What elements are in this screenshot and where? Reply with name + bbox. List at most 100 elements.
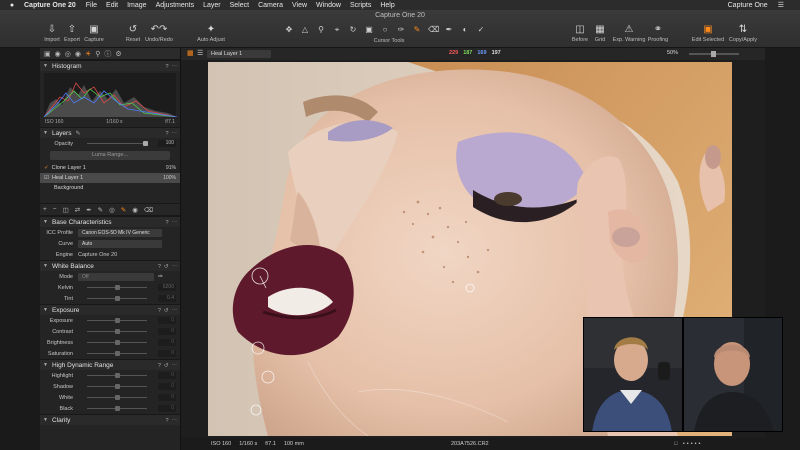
layers-header[interactable]: ▼ Layers ✎ ? ⋯ bbox=[40, 127, 180, 138]
kelvin-slider[interactable] bbox=[87, 285, 147, 290]
menu-help[interactable]: Help bbox=[380, 2, 394, 9]
layer-item-background[interactable]: Background bbox=[40, 183, 180, 193]
reset-button[interactable]: ↺ Reset bbox=[119, 24, 147, 43]
saturation-slider-knob[interactable] bbox=[115, 351, 120, 356]
luma-range-button[interactable]: Luma Range... bbox=[50, 151, 170, 160]
highlight-slider-knob[interactable] bbox=[115, 373, 120, 378]
more-icon[interactable]: ⋯ bbox=[172, 308, 178, 314]
layer-mask-icon[interactable]: ▦ bbox=[187, 49, 194, 57]
zoom-slider-knob[interactable] bbox=[711, 51, 716, 57]
brush-icon[interactable]: ✒ bbox=[86, 206, 91, 214]
pen-icon[interactable]: ✎ bbox=[98, 206, 103, 214]
exposure-slider[interactable] bbox=[87, 318, 147, 323]
remove-layer-icon[interactable]: − bbox=[53, 206, 57, 213]
proofing-button[interactable]: ⚭ Proofing bbox=[644, 24, 672, 43]
zoom-slider[interactable] bbox=[689, 51, 739, 57]
menu-select[interactable]: Select bbox=[230, 2, 249, 9]
reset-icon[interactable]: ↺ bbox=[164, 308, 169, 314]
eraser-icon[interactable]: ⌫ bbox=[144, 206, 153, 214]
select-tool-icon[interactable]: △ bbox=[300, 25, 310, 35]
duplicate-icon[interactable]: ◫ bbox=[63, 206, 69, 214]
menu-image[interactable]: Image bbox=[127, 2, 146, 9]
library-tab-icon[interactable]: ▣ bbox=[44, 50, 51, 58]
gradient-tool-icon[interactable]: ◐ bbox=[460, 25, 470, 35]
control-center-icon[interactable]: ☰ bbox=[778, 1, 784, 9]
layer-select-dropdown[interactable]: Heal Layer 1 bbox=[207, 50, 271, 58]
exposure-header[interactable]: ▼ Exposure ? ↺ ⋯ bbox=[40, 304, 180, 315]
color-tab-icon[interactable]: ◉ bbox=[75, 50, 81, 58]
shadow-slider-knob[interactable] bbox=[115, 384, 120, 389]
opacity-value[interactable]: 100 bbox=[158, 140, 176, 147]
zoom-level[interactable]: 50% bbox=[667, 50, 678, 56]
contrast-slider-knob[interactable] bbox=[115, 329, 120, 334]
highlight-slider[interactable] bbox=[87, 373, 147, 378]
brightness-slider[interactable] bbox=[87, 340, 147, 345]
curve-select[interactable]: Auto bbox=[78, 239, 162, 248]
black-slider-knob[interactable] bbox=[115, 406, 120, 411]
swap-icon[interactable]: ⇄ bbox=[75, 206, 80, 214]
exposure-warning-button[interactable]: ⚠ Exp. Warning bbox=[612, 24, 646, 43]
edit-selected-button[interactable]: ▣ Edit Selected bbox=[690, 24, 726, 43]
brightness-value[interactable]: 0 bbox=[158, 339, 176, 346]
layer-stack-icon[interactable]: ☰ bbox=[197, 49, 203, 57]
menu-file[interactable]: File bbox=[86, 2, 97, 9]
contrast-value[interactable]: 0 bbox=[158, 328, 176, 335]
more-icon[interactable]: ⋯ bbox=[172, 418, 178, 424]
layer-item-clone[interactable]: ✓ Clone Layer 1 91% bbox=[40, 163, 180, 173]
spot-tool-icon[interactable]: ○ bbox=[380, 25, 390, 35]
help-icon[interactable]: ? bbox=[165, 131, 168, 137]
auto-adjust-button[interactable]: ✦ Auto Adjust bbox=[196, 24, 226, 43]
heal-brush-icon[interactable]: ✎ bbox=[412, 25, 422, 35]
base-characteristics-header[interactable]: ▼ Base Characteristics ? ⋯ bbox=[40, 216, 180, 227]
heal-brush-active-icon[interactable]: ✎ bbox=[121, 206, 126, 214]
more-icon[interactable]: ⋯ bbox=[172, 131, 178, 137]
add-layer-icon[interactable]: + bbox=[43, 206, 47, 213]
icc-profile-select[interactable]: Canon EOS-5D Mk IV Generic bbox=[78, 228, 162, 237]
capture-tab-icon[interactable]: ◉ bbox=[55, 50, 61, 58]
black-value[interactable]: 0 bbox=[158, 405, 176, 412]
capture-button[interactable]: ▣ Capture bbox=[80, 24, 108, 43]
kelvin-value[interactable]: 6200 bbox=[158, 284, 176, 291]
rating-dots[interactable]: □ ••••• bbox=[674, 441, 702, 447]
keystone-tool-icon[interactable]: ▣ bbox=[364, 25, 374, 35]
help-icon[interactable]: ? bbox=[165, 418, 168, 424]
menu-scripts[interactable]: Scripts bbox=[350, 2, 371, 9]
edit-pencil-icon[interactable]: ✎ bbox=[75, 130, 80, 137]
white-value[interactable]: 0 bbox=[158, 394, 176, 401]
reset-icon[interactable]: ↺ bbox=[164, 363, 169, 369]
menu-layer[interactable]: Layer bbox=[203, 2, 221, 9]
details-tab-icon[interactable]: ⚲ bbox=[95, 50, 100, 58]
more-icon[interactable]: ⋯ bbox=[172, 220, 178, 226]
annotate-tool-icon[interactable]: ✓ bbox=[476, 25, 486, 35]
white-balance-header[interactable]: ▼ White Balance ? ↺ ⋯ bbox=[40, 260, 180, 271]
menu-app-name[interactable]: Capture One 20 bbox=[24, 2, 76, 9]
opacity-slider[interactable] bbox=[87, 141, 148, 146]
menu-window[interactable]: Window bbox=[316, 2, 341, 9]
help-icon[interactable]: ? bbox=[165, 220, 168, 226]
shadow-value[interactable]: 0 bbox=[158, 383, 176, 390]
saturation-value[interactable]: 0 bbox=[158, 350, 176, 357]
grid-button[interactable]: ▦ Grid bbox=[586, 24, 614, 43]
help-icon[interactable]: ? bbox=[158, 308, 161, 314]
saturation-slider[interactable] bbox=[87, 351, 147, 356]
clone-icon[interactable]: ◉ bbox=[132, 206, 138, 214]
picker-tool-icon[interactable]: ✑ bbox=[396, 25, 406, 35]
tint-value[interactable]: 0.4 bbox=[158, 295, 176, 302]
reset-icon[interactable]: ↺ bbox=[164, 264, 169, 270]
clarity-header[interactable]: ▼ Clarity ? ⋯ bbox=[40, 414, 180, 425]
apple-menu-icon[interactable]: ● bbox=[0, 2, 24, 9]
output-tab-icon[interactable]: ⚙ bbox=[115, 50, 121, 58]
more-icon[interactable]: ⋯ bbox=[172, 363, 178, 369]
pan-tool-icon[interactable]: ✥ bbox=[284, 25, 294, 35]
histogram-header[interactable]: ▼ Histogram ? ⋯ bbox=[40, 60, 180, 71]
exposure-slider-knob[interactable] bbox=[115, 318, 120, 323]
help-icon[interactable]: ? bbox=[165, 64, 168, 70]
kelvin-slider-knob[interactable] bbox=[115, 285, 120, 290]
layer-checkbox-icon[interactable]: ☑ bbox=[44, 175, 49, 181]
menu-view[interactable]: View bbox=[292, 2, 307, 9]
lens-tab-icon[interactable]: ◎ bbox=[65, 50, 71, 58]
undo-redo-button[interactable]: ↶↷ Undo/Redo bbox=[145, 24, 173, 43]
eraser-tool-icon[interactable]: ⌫ bbox=[428, 25, 439, 35]
opacity-slider-knob[interactable] bbox=[143, 141, 148, 146]
zoom-tool-icon[interactable]: ⚲ bbox=[316, 25, 326, 35]
